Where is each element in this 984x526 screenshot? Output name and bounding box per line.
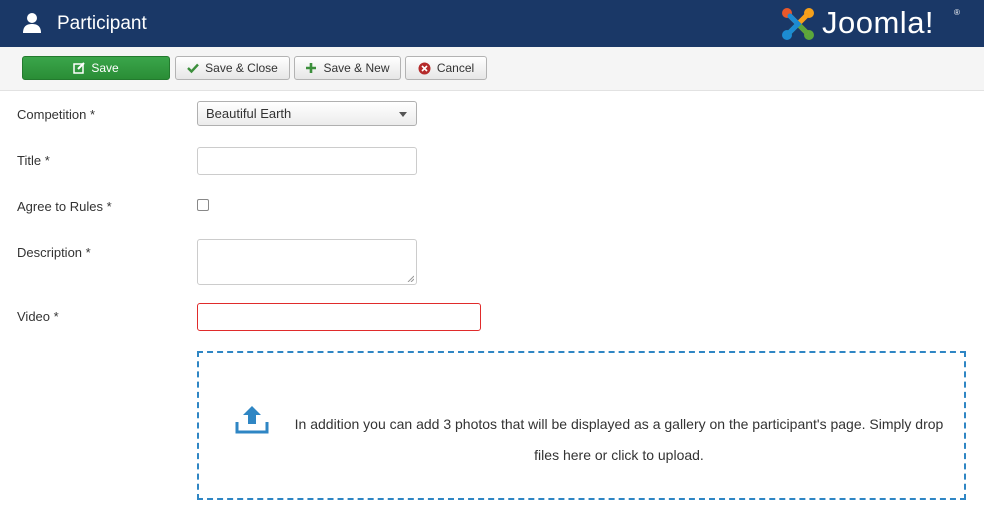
joomla-logo: Joomla! ® — [778, 4, 964, 44]
description-label: Description * — [17, 245, 91, 260]
logo-text: Joomla! — [822, 5, 935, 40]
plus-icon — [306, 63, 317, 73]
save-close-button-label: Save & Close — [205, 61, 278, 75]
dropzone-text: In addition you can add 3 photos that wi… — [294, 416, 944, 463]
title-input[interactable] — [197, 147, 417, 175]
upload-icon — [235, 406, 269, 434]
save-new-button-label: Save & New — [323, 61, 390, 75]
resize-grip-icon[interactable] — [407, 275, 414, 282]
logo-registered-mark: ® — [954, 8, 960, 17]
cancel-button[interactable]: Cancel — [405, 56, 487, 80]
check-icon — [187, 63, 200, 74]
competition-select[interactable]: Beautiful Earth — [197, 101, 417, 126]
toolbar: Save Save & Close Save & New Cancel — [0, 47, 984, 91]
header-bar: Participant Joomla! ® — [0, 0, 984, 47]
title-label: Title * — [17, 153, 50, 168]
cancel-icon — [418, 62, 431, 74]
competition-selected-value: Beautiful Earth — [206, 106, 292, 121]
user-icon — [22, 12, 42, 34]
agree-rules-checkbox[interactable] — [197, 199, 209, 211]
save-close-button[interactable]: Save & Close — [175, 56, 290, 80]
description-textarea[interactable] — [197, 239, 417, 285]
video-label: Video * — [17, 309, 59, 324]
save-button-label: Save — [91, 61, 119, 75]
joomla-logo-icon — [782, 8, 814, 40]
competition-label: Competition * — [17, 107, 96, 122]
save-button[interactable]: Save — [22, 56, 170, 80]
cancel-button-label: Cancel — [436, 61, 475, 75]
agree-rules-label: Agree to Rules * — [17, 199, 112, 214]
photo-dropzone[interactable]: In addition you can add 3 photos that wi… — [197, 351, 966, 500]
edit-icon — [73, 62, 86, 74]
video-input[interactable] — [197, 303, 481, 331]
caret-down-icon — [399, 112, 407, 117]
page-title: Participant — [57, 13, 147, 34]
save-new-button[interactable]: Save & New — [294, 56, 401, 80]
